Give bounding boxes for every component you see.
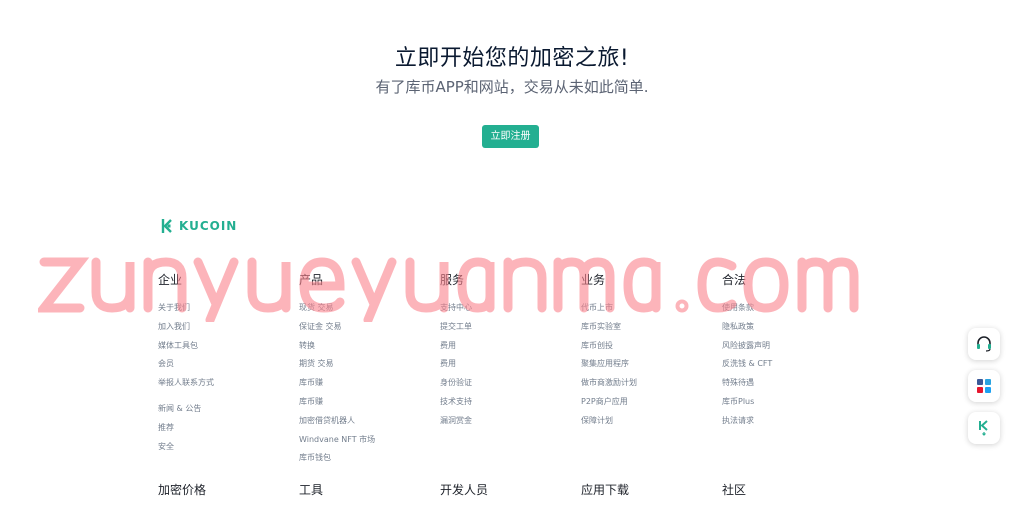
footer-link[interactable]: 库币钱包 — [299, 453, 429, 472]
footer-link[interactable]: 加密借贷机器人 — [299, 416, 429, 435]
kucoin-logo[interactable]: KUCOIN — [158, 218, 237, 234]
headset-icon — [977, 336, 991, 352]
column-title: 业务 — [581, 273, 606, 287]
footer-column-business: 业务 代币上市 库币实验室 库币创投 聚集应用程序 做市商激励计划 P2P商户应… — [581, 273, 711, 435]
footer-section-tools[interactable]: 工具 — [299, 481, 429, 498]
footer-link[interactable]: 现货 交易 — [299, 303, 429, 322]
footer-link[interactable]: 技术支持 — [440, 397, 570, 416]
app-download-icon — [979, 420, 988, 436]
footer-column-legal: 合法 使用条款 隐私政策 风险披露声明 反洗钱 & CFT 特殊待遇 库币Plu… — [722, 273, 852, 435]
footer-link[interactable]: 隐私政策 — [722, 322, 852, 341]
hero-subtitle: 有了库币APP和网站，交易从未如此简单. — [375, 78, 649, 96]
footer-section-developers[interactable]: 开发人员 — [440, 481, 570, 498]
social-links-icon — [977, 379, 991, 393]
footer-link[interactable]: 支持中心 — [440, 303, 570, 322]
column-title: 产品 — [299, 273, 324, 287]
footer-link[interactable]: 会员 — [158, 359, 288, 378]
footer-section-crypto-prices[interactable]: 加密价格 — [158, 481, 288, 498]
footer-link[interactable]: 使用条款 — [722, 303, 852, 322]
footer-link[interactable]: 库币实验室 — [581, 322, 711, 341]
hero-title: 立即开始您的加密之旅! — [394, 46, 630, 71]
footer-link[interactable]: 身份验证 — [440, 378, 570, 397]
footer-column-products: 产品 现货 交易 保证金 交易 转换 期货 交易 库币赚 库币赚 加密借贷机器人… — [299, 273, 429, 472]
footer-link[interactable]: 执法请求 — [722, 416, 852, 435]
footer-link[interactable]: 聚集应用程序 — [581, 359, 711, 378]
footer-link[interactable]: 期货 交易 — [299, 359, 429, 378]
customer-support-button[interactable] — [968, 328, 1000, 360]
footer-link[interactable]: 反洗钱 & CFT — [722, 359, 852, 378]
footer-link[interactable]: 漏洞赏金 — [440, 416, 570, 435]
footer-link[interactable]: 风险披露声明 — [722, 341, 852, 360]
footer-link[interactable]: 媒体工具包 — [158, 341, 288, 360]
footer-link[interactable]: 费用 — [440, 341, 570, 360]
column-title: 服务 — [440, 273, 465, 287]
footer-link[interactable]: 代币上市 — [581, 303, 711, 322]
column-title: 企业 — [158, 273, 183, 287]
footer-link[interactable]: 新闻 & 公告 — [158, 404, 288, 423]
footer-link[interactable]: 费用 — [440, 359, 570, 378]
footer-link[interactable]: 加入我们 — [158, 322, 288, 341]
footer-link[interactable]: 关于我们 — [158, 303, 288, 322]
footer-link[interactable]: P2P商户应用 — [581, 397, 711, 416]
footer-link[interactable]: 库币Plus — [722, 397, 852, 416]
social-links-button[interactable] — [968, 370, 1000, 402]
kucoin-logo-icon — [161, 219, 172, 233]
logo-text: KUCOIN — [179, 219, 238, 233]
footer-link[interactable]: 举报人联系方式 — [158, 378, 288, 397]
footer-link[interactable]: 库币创投 — [581, 341, 711, 360]
footer-link[interactable]: 保障计划 — [581, 416, 711, 435]
footer-column-services: 服务 支持中心 提交工单 费用 费用 身份验证 技术支持 漏洞赏金 — [440, 273, 570, 435]
footer-link[interactable]: 库币赚 — [299, 397, 429, 416]
footer-link[interactable]: 推荐 — [158, 423, 288, 442]
app-download-button[interactable] — [968, 412, 1000, 444]
footer-link[interactable]: 特殊待遇 — [722, 378, 852, 397]
footer-link[interactable]: 安全 — [158, 442, 288, 461]
footer-section-app-download[interactable]: 应用下载 — [581, 481, 711, 498]
footer-section-community[interactable]: 社区 — [722, 481, 852, 498]
footer-link[interactable]: 做市商激励计划 — [581, 378, 711, 397]
footer-link[interactable]: 转换 — [299, 341, 429, 360]
footer-link[interactable]: 提交工单 — [440, 322, 570, 341]
signup-button[interactable]: 立即注册 — [482, 125, 539, 148]
footer-link[interactable]: Windvane NFT 市场 — [299, 435, 429, 454]
footer-column-company: 企业 关于我们 加入我们 媒体工具包 会员 举报人联系方式 新闻 & 公告 推荐… — [158, 273, 288, 460]
footer-link[interactable]: 库币赚 — [299, 378, 429, 397]
column-title: 合法 — [722, 273, 747, 287]
footer-link[interactable]: 保证金 交易 — [299, 322, 429, 341]
